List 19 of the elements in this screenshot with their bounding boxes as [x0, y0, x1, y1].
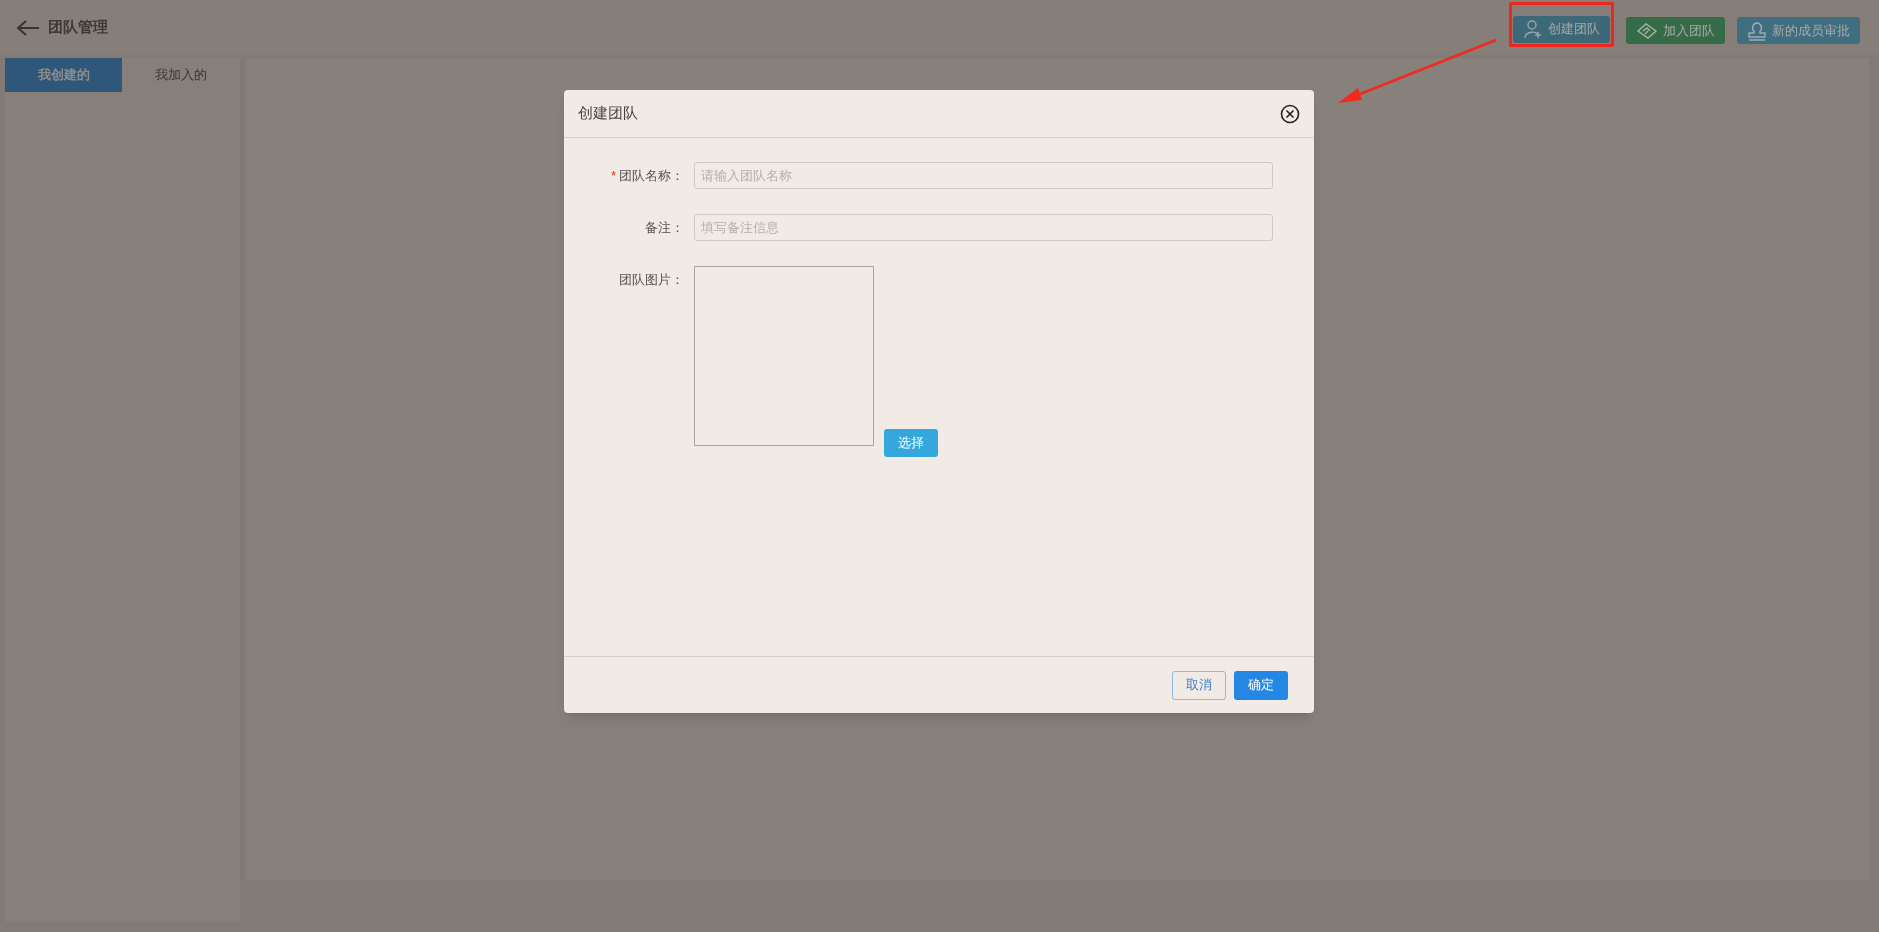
tab[interactable]: 我加入的	[122, 58, 240, 92]
confirm-button[interactable]: 确定	[1234, 670, 1288, 700]
required-asterisk: *	[610, 166, 616, 185]
field-label: 备注：	[645, 218, 684, 237]
field-label: 团队图片：	[619, 270, 684, 289]
cancel-button[interactable]: 取消	[1172, 670, 1226, 700]
toolbar-button[interactable]: 创建团队	[1513, 15, 1610, 43]
select-button[interactable]: 选择	[884, 429, 938, 457]
toolbar-button[interactable]: 新的成员审批	[1737, 17, 1860, 44]
field-label: 团队名称：	[619, 166, 684, 185]
page-title: 团队管理	[48, 17, 108, 38]
dialog-title: 创建团队	[578, 103, 638, 124]
stamp-icon	[1747, 20, 1767, 41]
user-add-icon	[1523, 19, 1543, 39]
back-arrow-icon[interactable]	[16, 18, 40, 37]
input-field[interactable]: 填写备注信息	[694, 214, 1273, 241]
toolbar-button[interactable]: 加入团队	[1626, 17, 1725, 44]
close-icon[interactable]	[1280, 103, 1300, 124]
tab[interactable]: 我创建的	[5, 58, 122, 92]
